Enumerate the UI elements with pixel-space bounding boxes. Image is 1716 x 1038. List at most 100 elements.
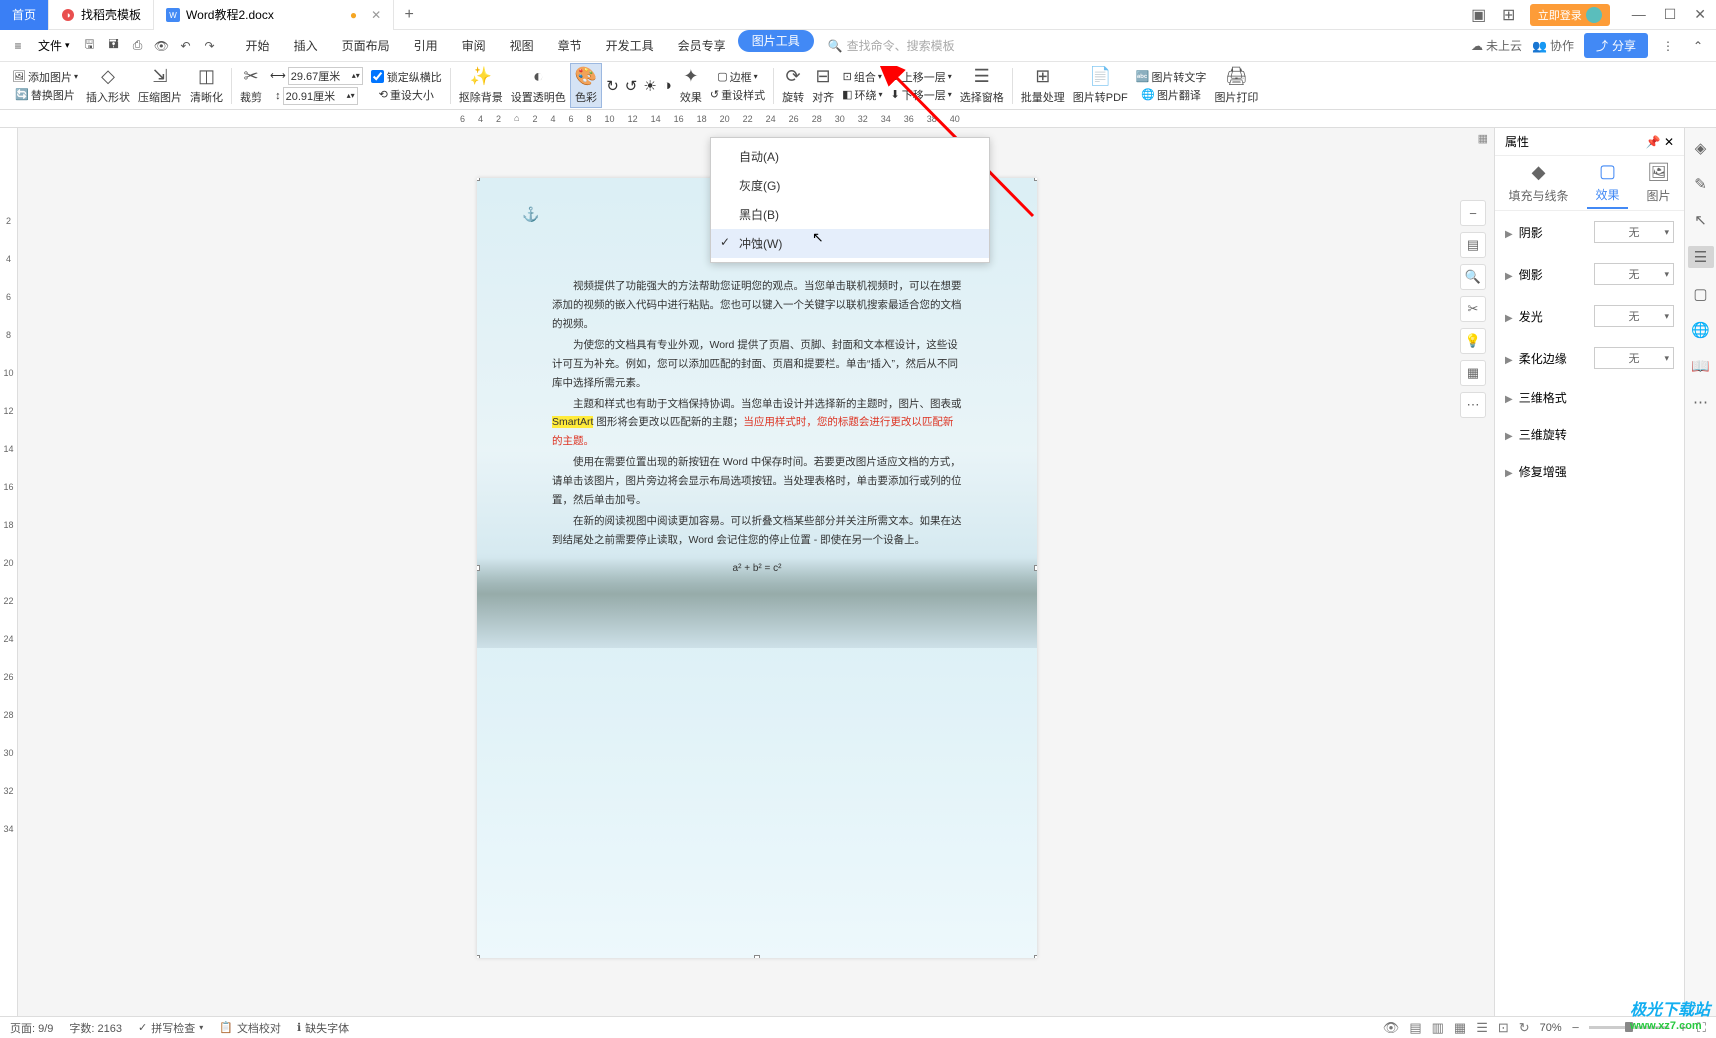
selection-handle[interactable] bbox=[1034, 565, 1037, 571]
view4-icon[interactable]: ☰ bbox=[1476, 1020, 1488, 1036]
selection-handle[interactable] bbox=[754, 955, 760, 958]
horizontal-ruler[interactable]: 642 ⌂ 2468101214161820222426283032343638… bbox=[0, 110, 1716, 128]
to-text-button[interactable]: 🔤图片转文字 bbox=[1136, 69, 1207, 85]
more-icon[interactable]: ⋮ bbox=[1658, 36, 1678, 56]
brightness-icon[interactable]: ☀ bbox=[643, 77, 656, 95]
selection-handle[interactable] bbox=[477, 565, 480, 571]
cloud-status[interactable]: ☁未上云 bbox=[1471, 37, 1522, 54]
tab-reference[interactable]: 引用 bbox=[402, 30, 450, 62]
page-status[interactable]: 页面: 9/9 bbox=[10, 1020, 53, 1036]
zoom-in-icon[interactable]: + bbox=[1679, 1020, 1687, 1035]
share-button[interactable]: ⤴分享 bbox=[1584, 33, 1648, 58]
redo-icon[interactable]: ↷ bbox=[200, 36, 220, 56]
color-auto-item[interactable]: 自动(A) bbox=[711, 142, 989, 171]
view1-icon[interactable]: ▤ bbox=[1409, 1020, 1421, 1036]
grid-icon[interactable]: ⊞ bbox=[1500, 6, 1518, 24]
width-input[interactable]: 29.67厘米▴▾ bbox=[288, 67, 363, 85]
edge-more-icon[interactable]: ⋯ bbox=[1691, 392, 1711, 412]
soft-edge-select[interactable]: 无 bbox=[1594, 347, 1674, 369]
selection-handle[interactable] bbox=[1034, 955, 1037, 958]
vertical-ruler[interactable]: 246810121416182022242628303234 bbox=[0, 128, 18, 1016]
edge-box-icon[interactable]: ▢ bbox=[1691, 284, 1711, 304]
sharpen-button[interactable]: ◫清晰化 bbox=[186, 66, 227, 105]
layers-btn[interactable]: ▦ bbox=[1460, 360, 1486, 386]
height-input[interactable]: 20.91厘米▴▾ bbox=[283, 87, 358, 105]
color-washout-item[interactable]: 冲蚀(W) bbox=[711, 229, 989, 258]
prop-3d-format[interactable]: ▶三维格式 bbox=[1495, 379, 1684, 416]
color-bw-item[interactable]: 黑白(B) bbox=[711, 200, 989, 229]
zoom-refresh-icon[interactable]: ↻ bbox=[1519, 1020, 1530, 1036]
selection-handle[interactable] bbox=[477, 955, 480, 958]
glow-select[interactable]: 无 bbox=[1594, 305, 1674, 327]
tab-review[interactable]: 审阅 bbox=[450, 30, 498, 62]
effects-button[interactable]: ✦效果 bbox=[676, 66, 706, 105]
edge-list-icon[interactable]: ☰ bbox=[1688, 246, 1714, 268]
missing-font[interactable]: ℹ缺失字体 bbox=[297, 1020, 349, 1036]
proofread[interactable]: 📋文档校对 bbox=[219, 1020, 281, 1036]
zoom-out-btn[interactable]: − bbox=[1460, 200, 1486, 226]
reflect-select[interactable]: 无 bbox=[1594, 263, 1674, 285]
search-input[interactable]: 🔍 查找命令、搜索模板 bbox=[828, 37, 955, 54]
zoom-btn[interactable]: 🔍 bbox=[1460, 264, 1486, 290]
insert-shape-button[interactable]: ◇插入形状 bbox=[82, 66, 134, 105]
save-icon[interactable]: 🖫 bbox=[80, 36, 100, 56]
print-icon[interactable]: ⎙ bbox=[128, 36, 148, 56]
prop-soft-edge[interactable]: ▶柔化边缘无 bbox=[1495, 337, 1684, 379]
compress-button[interactable]: ⇲压缩图片 bbox=[134, 66, 186, 105]
selection-handle[interactable] bbox=[1034, 178, 1037, 181]
collab-button[interactable]: 👥协作 bbox=[1532, 37, 1574, 54]
undo-icon[interactable]: ↶ bbox=[176, 36, 196, 56]
color-button[interactable]: 🎨色彩 bbox=[570, 63, 602, 108]
zoom-slider[interactable] bbox=[1589, 1026, 1669, 1029]
tab-dev[interactable]: 开发工具 bbox=[594, 30, 666, 62]
close-panel-icon[interactable]: ✕ bbox=[1664, 135, 1674, 149]
tab-active-doc[interactable]: W Word教程2.docx ● ✕ bbox=[154, 0, 394, 30]
tab-view[interactable]: 视图 bbox=[498, 30, 546, 62]
rotate-ccw-icon[interactable]: ↺ bbox=[625, 77, 638, 95]
view2-icon[interactable]: ▥ bbox=[1432, 1020, 1444, 1036]
wrap-button[interactable]: ◧环绕▾ bbox=[842, 87, 882, 103]
collapse-ribbon-icon[interactable]: ⌃ bbox=[1688, 36, 1708, 56]
align-button[interactable]: ⊟对齐 bbox=[808, 66, 838, 105]
edge-globe-icon[interactable]: 🌐 bbox=[1691, 320, 1711, 340]
view3-icon[interactable]: ▦ bbox=[1454, 1020, 1466, 1036]
reset-size-button[interactable]: ⟲重设大小 bbox=[379, 87, 434, 103]
edge-diamond-icon[interactable]: ◈ bbox=[1691, 138, 1711, 158]
fit-page-btn[interactable]: ▤ bbox=[1460, 232, 1486, 258]
up-layer-button[interactable]: ⬆上移一层▾ bbox=[891, 69, 952, 85]
tab-layout[interactable]: 页面布局 bbox=[330, 30, 402, 62]
view5-icon[interactable]: ⊡ bbox=[1498, 1020, 1509, 1036]
transparency-button[interactable]: ◐设置透明色 bbox=[507, 66, 570, 105]
prop-tab-pic[interactable]: 🖼图片 bbox=[1638, 158, 1678, 208]
tab-insert[interactable]: 插入 bbox=[282, 30, 330, 62]
translate-button[interactable]: 🌐图片翻译 bbox=[1141, 87, 1201, 103]
tab-picture-tools[interactable]: 图片工具 bbox=[738, 30, 814, 52]
edge-pen-icon[interactable]: ✎ bbox=[1691, 174, 1711, 194]
prop-shadow[interactable]: ▶阴影无 bbox=[1495, 211, 1684, 253]
new-tab-button[interactable]: + bbox=[394, 6, 424, 24]
indent-marker-icon[interactable]: ⌂ bbox=[514, 113, 519, 123]
login-button[interactable]: 立即登录 bbox=[1530, 4, 1610, 26]
replace-picture-button[interactable]: 🔄替换图片 bbox=[15, 87, 75, 103]
crop-button[interactable]: ✂裁剪 bbox=[236, 66, 266, 105]
add-picture-button[interactable]: 🖼添加图片▾ bbox=[12, 69, 78, 85]
down-layer-button[interactable]: ⬇下移一层▾ bbox=[891, 87, 952, 103]
fullscreen-icon[interactable]: ⛶ bbox=[1697, 1020, 1706, 1036]
shadow-select[interactable]: 无 bbox=[1594, 221, 1674, 243]
pin-icon[interactable]: 📌 bbox=[1646, 135, 1661, 149]
tab-home[interactable]: 首页 bbox=[0, 0, 49, 30]
pic-print-button[interactable]: 🖨图片打印 bbox=[1210, 66, 1262, 105]
prop-fix-enhance[interactable]: ▶修复增强 bbox=[1495, 453, 1684, 490]
eye-icon[interactable]: 👁 bbox=[1383, 1020, 1400, 1036]
file-menu[interactable]: 文件▾ bbox=[32, 37, 76, 54]
hamburger-icon[interactable]: ≡ bbox=[8, 36, 28, 56]
selection-handle[interactable] bbox=[477, 178, 480, 181]
lock-ratio-checkbox[interactable]: 锁定纵横比 bbox=[371, 69, 442, 85]
zoom-value[interactable]: 70% bbox=[1540, 1022, 1562, 1034]
spell-check[interactable]: ✓拼写检查▾ bbox=[138, 1020, 203, 1036]
color-gray-item[interactable]: 灰度(G) bbox=[711, 171, 989, 200]
edge-book-icon[interactable]: 📖 bbox=[1691, 356, 1711, 376]
select-pane-button[interactable]: ☰选择窗格 bbox=[956, 66, 1008, 105]
word-count[interactable]: 字数: 2163 bbox=[69, 1020, 122, 1036]
rotate-button[interactable]: ⟳旋转 bbox=[778, 66, 808, 105]
